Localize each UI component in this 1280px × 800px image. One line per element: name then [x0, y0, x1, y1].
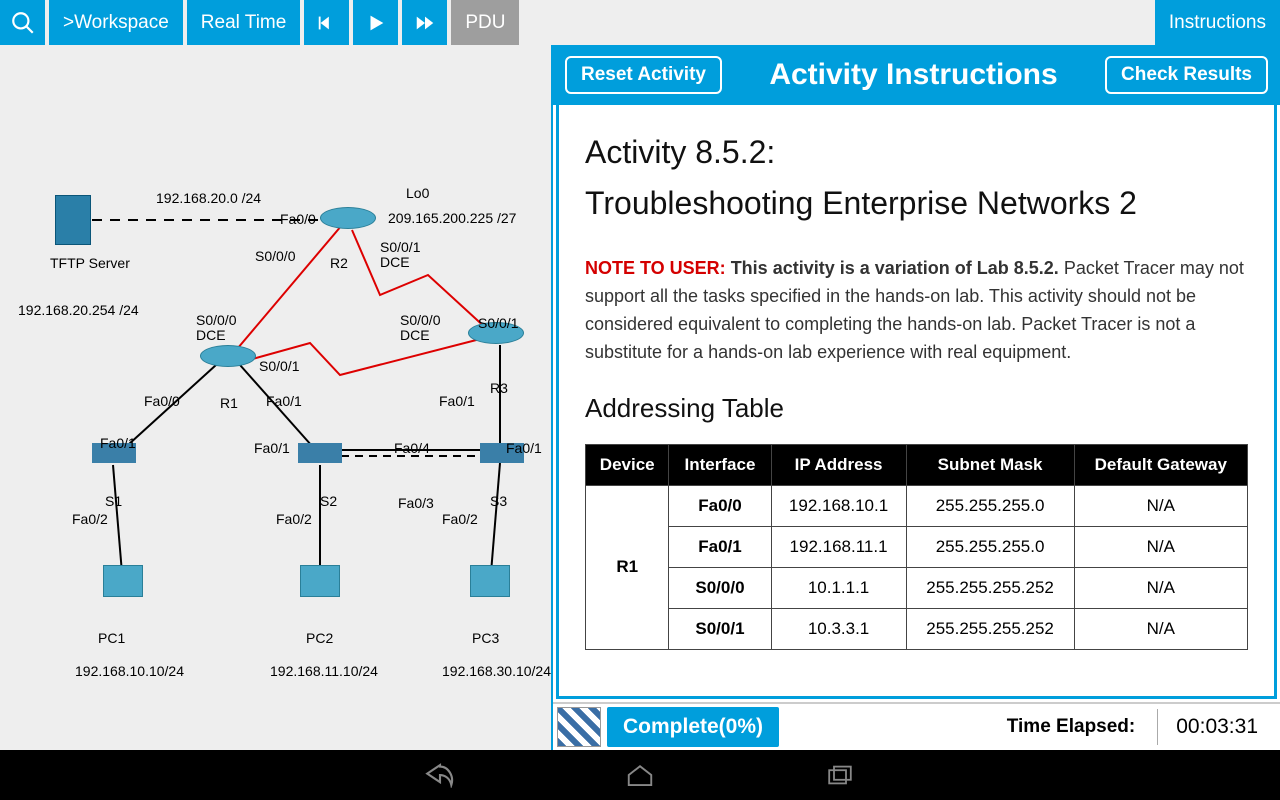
fast-forward-icon[interactable]	[402, 0, 447, 45]
s1-fa02: Fa0/2	[72, 511, 108, 527]
instructions-content[interactable]: Activity 8.5.2: Troubleshooting Enterpri…	[556, 105, 1277, 699]
lo0-ip: 209.165.200.225 /27	[388, 210, 516, 226]
r2-s001dce: S0/0/1DCE	[380, 240, 420, 271]
table-row: S0/0/110.3.3.1255.255.255.252N/A	[586, 608, 1248, 649]
note-text: NOTE TO USER: This activity is a variati…	[585, 255, 1248, 367]
table-row: Fa0/1192.168.11.1255.255.255.0N/A	[586, 526, 1248, 567]
pc3-label: PC3	[472, 630, 499, 646]
switch-s2-icon[interactable]	[298, 443, 342, 463]
r1-label: R1	[220, 395, 238, 411]
magnify-icon[interactable]	[0, 0, 45, 45]
r1-s001: S0/0/1	[259, 358, 299, 374]
complete-button[interactable]: Complete(0%)	[607, 707, 779, 747]
s2-label: S2	[320, 493, 337, 509]
tftp-label: TFTP Server	[50, 255, 110, 271]
r2-s000: S0/0/0	[255, 248, 295, 264]
s3-fa02: Fa0/2	[442, 511, 478, 527]
play-icon[interactable]	[353, 0, 398, 45]
r3-label: R3	[490, 380, 508, 396]
s2-fa01: Fa0/1	[254, 440, 290, 456]
expand-icon[interactable]	[557, 707, 601, 747]
top-toolbar: >Workspace Real Time PDU Instructions	[0, 0, 1280, 45]
lo0-label: Lo0	[406, 185, 429, 201]
pc1-label: PC1	[98, 630, 125, 646]
back-icon[interactable]	[420, 760, 460, 790]
panel-title: Activity Instructions	[732, 58, 1095, 92]
pc1-icon[interactable]	[103, 565, 143, 597]
s1-label: S1	[105, 493, 122, 509]
check-results-button[interactable]: Check Results	[1105, 56, 1268, 94]
s2-fa04: Fa0/4	[394, 440, 430, 456]
net-label: 192.168.20.0 /24	[156, 190, 261, 206]
instructions-button[interactable]: Instructions	[1155, 0, 1280, 45]
pc3-ip: 192.168.30.10/24	[442, 663, 551, 679]
pc3-icon[interactable]	[470, 565, 510, 597]
table-header: Subnet Mask	[906, 444, 1074, 485]
table-header: IP Address	[771, 444, 906, 485]
r1-s000dce: S0/0/0DCE	[196, 313, 236, 344]
r1-fa01: Fa0/1	[266, 393, 302, 409]
instructions-panel: Reset Activity Activity Instructions Che…	[553, 45, 1280, 750]
tftp-ip: 192.168.20.254 /24	[18, 302, 139, 318]
time-elapsed-label: Time Elapsed:	[991, 716, 1151, 738]
table-header: Device	[586, 444, 669, 485]
table-header: Default Gateway	[1074, 444, 1247, 485]
s1-fa01: Fa0/1	[100, 435, 136, 451]
pc2-ip: 192.168.11.10/24	[270, 663, 378, 679]
activity-title: Activity 8.5.2: Troubleshooting Enterpri…	[585, 127, 1248, 229]
recent-icon[interactable]	[820, 760, 860, 790]
r3-s000dce: S0/0/0DCE	[400, 313, 440, 344]
addressing-table: DeviceInterfaceIP AddressSubnet MaskDefa…	[585, 444, 1248, 650]
pc1-ip: 192.168.10.10/24	[75, 663, 184, 679]
table-header: Interface	[669, 444, 771, 485]
pc2-icon[interactable]	[300, 565, 340, 597]
s3-fa03: Fa0/3	[398, 495, 434, 511]
s3-fa01: Fa0/1	[506, 440, 542, 456]
android-navbar	[0, 750, 1280, 800]
tftp-server-icon[interactable]	[55, 195, 91, 245]
router-r1-icon[interactable]	[200, 345, 256, 367]
topology-canvas[interactable]: TFTP Server 192.168.20.254 /24 192.168.2…	[0, 45, 553, 750]
r2-label: R2	[330, 255, 348, 271]
router-r2-icon[interactable]	[320, 207, 376, 229]
r3-fa01: Fa0/1	[439, 393, 475, 409]
table-row: S0/0/010.1.1.1255.255.255.252N/A	[586, 567, 1248, 608]
s3-label: S3	[490, 493, 507, 509]
panel-footer: Complete(0%) Time Elapsed: 00:03:31	[553, 702, 1280, 750]
realtime-button[interactable]: Real Time	[187, 0, 301, 45]
r3-s001: S0/0/1	[478, 315, 518, 331]
workspace-button[interactable]: >Workspace	[49, 0, 183, 45]
addressing-heading: Addressing Table	[585, 393, 1248, 424]
reset-activity-button[interactable]: Reset Activity	[565, 56, 722, 94]
pc2-label: PC2	[306, 630, 333, 646]
table-row: R1Fa0/0192.168.10.1255.255.255.0N/A	[586, 485, 1248, 526]
step-back-icon[interactable]	[304, 0, 349, 45]
time-elapsed-value: 00:03:31	[1157, 709, 1276, 745]
r1-fa00: Fa0/0	[144, 393, 180, 409]
home-icon[interactable]	[620, 760, 660, 790]
fa00-label: Fa0/0	[280, 211, 316, 227]
s2-fa02: Fa0/2	[276, 511, 312, 527]
pdu-button[interactable]: PDU	[451, 0, 519, 45]
